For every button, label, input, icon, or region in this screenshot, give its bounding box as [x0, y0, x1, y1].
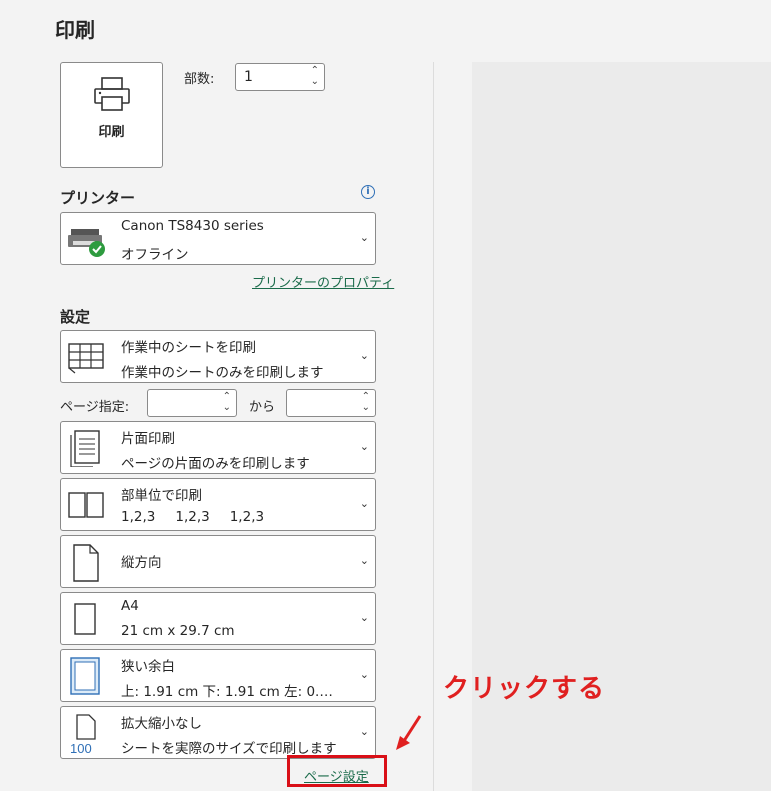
margins-title: 狭い余白 [121, 659, 175, 675]
chevron-down-icon: ⌄ [359, 554, 369, 567]
printer-ready-icon [68, 229, 105, 257]
print-what-sub: 作業中のシートのみを印刷します [121, 365, 324, 381]
sides-title: 片面印刷 [121, 431, 175, 447]
sheet-grid-icon [68, 343, 104, 374]
annotation-text: クリックする [443, 674, 606, 704]
margins-dropdown[interactable]: 狭い余白 上: 1.91 cm 下: 1.91 cm 左: 0.… ⌄ [60, 649, 376, 702]
pages-label: ページ指定: [60, 400, 130, 415]
no-scaling-icon: 100 [70, 714, 96, 755]
copies-label: 部数: [184, 72, 215, 87]
chevron-down-icon: ⌄ [359, 497, 369, 510]
sides-sub: ページの片面のみを印刷します [121, 456, 310, 472]
info-icon[interactable]: i [361, 185, 375, 199]
scaling-title: 拡大縮小なし [121, 716, 202, 732]
svg-text:100: 100 [70, 741, 92, 755]
orientation-dropdown[interactable]: 縦方向 ⌄ [60, 535, 376, 588]
margins-sub: 上: 1.91 cm 下: 1.91 cm 左: 0.… [121, 684, 333, 700]
panel-divider [433, 62, 434, 791]
pages-from-input[interactable]: ⌃ ⌄ [147, 389, 237, 417]
printer-properties-link[interactable]: プリンターのプロパティ [252, 272, 394, 291]
collation-sub: 1,2,3 1,2,3 1,2,3 [121, 509, 265, 525]
paper-size-icon [74, 603, 96, 635]
single-page-icon [70, 430, 100, 467]
highlight-box [287, 755, 387, 787]
scaling-sub: シートを実際のサイズで印刷します [121, 741, 337, 757]
pages-to-label: から [249, 400, 276, 415]
print-what-dropdown[interactable]: 作業中のシートを印刷 作業中のシートのみを印刷します ⌄ [60, 330, 376, 383]
chevron-down-icon: ⌄ [359, 725, 369, 738]
print-button[interactable]: 印刷 [60, 62, 163, 168]
paper-size-sub: 21 cm x 29.7 cm [121, 623, 235, 639]
stepper-arrows-icon[interactable]: ⌃ ⌄ [311, 65, 319, 87]
printer-section-title: プリンター [60, 189, 136, 207]
print-button-label: 印刷 [98, 125, 125, 140]
chevron-down-icon: ⌄ [359, 440, 369, 453]
paper-size-title: A4 [121, 598, 139, 614]
sides-dropdown[interactable]: 片面印刷 ページの片面のみを印刷します ⌄ [60, 421, 376, 474]
pages-to-input[interactable]: ⌃ ⌄ [286, 389, 376, 417]
stepper-arrows-icon[interactable]: ⌃ ⌄ [223, 391, 231, 413]
chevron-down-icon: ⌄ [359, 611, 369, 624]
chevron-down-icon: ⌄ [359, 231, 369, 244]
page-title: 印刷 [55, 18, 95, 42]
collation-dropdown[interactable]: 部単位で印刷 1,2,3 1,2,3 1,2,3 ⌄ [60, 478, 376, 531]
printer-icon [94, 77, 130, 111]
settings-section-title: 設定 [60, 308, 91, 326]
orientation-title: 縦方向 [121, 555, 162, 571]
collation-title: 部単位で印刷 [121, 488, 202, 504]
printer-status: オフライン [121, 247, 189, 263]
print-what-title: 作業中のシートを印刷 [121, 340, 256, 356]
margins-icon [70, 657, 100, 695]
chevron-down-icon: ⌄ [359, 349, 369, 362]
stepper-arrows-icon[interactable]: ⌃ ⌄ [362, 391, 370, 413]
printer-name: Canon TS8430 series [121, 218, 264, 234]
copies-stepper[interactable]: 1 ⌃ ⌄ [235, 63, 325, 91]
scaling-dropdown[interactable]: 100 拡大縮小なし シートを実際のサイズで印刷します ⌄ [60, 706, 376, 759]
copies-value: 1 [244, 69, 253, 85]
printer-dropdown[interactable]: Canon TS8430 series オフライン ⌄ [60, 212, 376, 265]
collated-pages-icon [68, 492, 104, 518]
paper-size-dropdown[interactable]: A4 21 cm x 29.7 cm ⌄ [60, 592, 376, 645]
chevron-down-icon: ⌄ [359, 668, 369, 681]
annotation-arrow-icon [396, 715, 422, 750]
portrait-page-icon [73, 544, 99, 582]
